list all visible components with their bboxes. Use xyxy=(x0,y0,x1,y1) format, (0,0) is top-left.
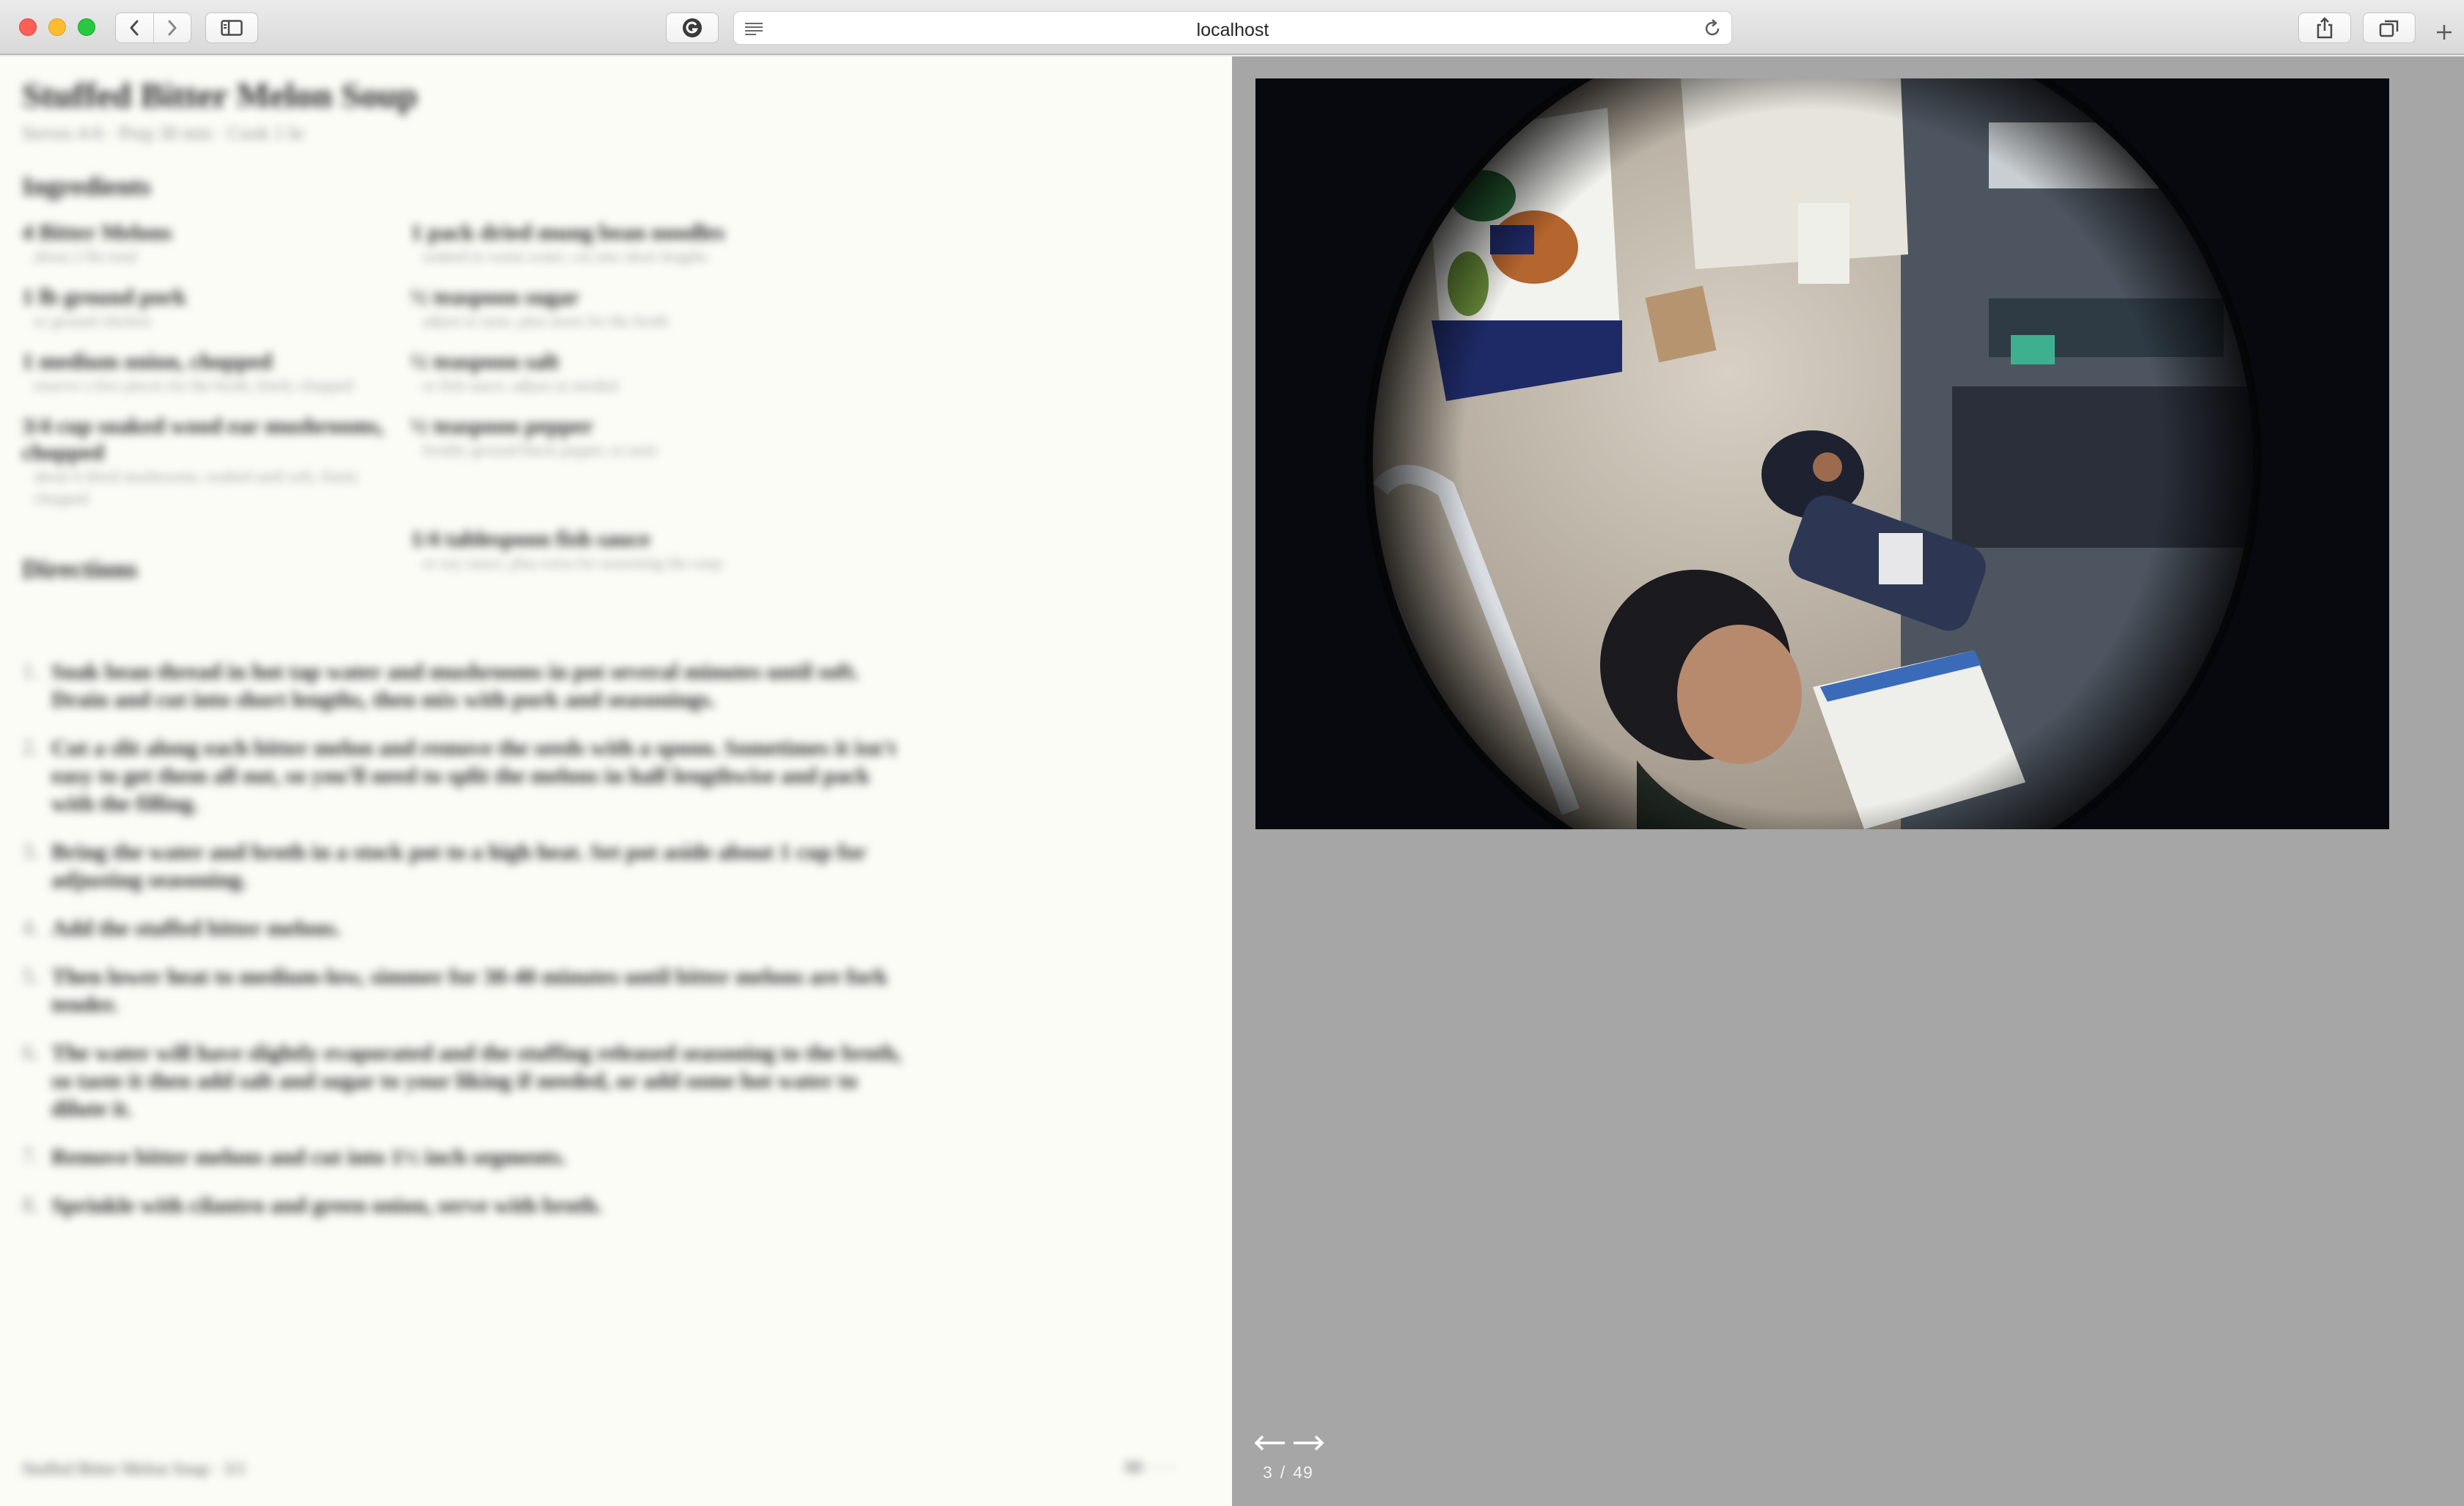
ingredient-item: 1 pack dried mung bean noodles soaked in … xyxy=(411,219,725,265)
minimize-window-button[interactable] xyxy=(48,18,66,36)
new-tab-button[interactable] xyxy=(2432,20,2457,45)
direction-step: 5. Then lower heat to medium-low, simmer … xyxy=(22,963,888,1017)
url-text[interactable]: localhost xyxy=(734,20,1731,41)
ingredients-list: 4 Bitter Melons about 2 lbs total 1 pack … xyxy=(22,219,777,574)
recipe-footer-page: 88 · · · xyxy=(1125,1458,1173,1477)
sidebar-toggle-button[interactable] xyxy=(205,12,258,43)
gallery-pane: 3 / 49 xyxy=(1232,56,2464,1506)
zoom-window-button[interactable] xyxy=(78,18,95,36)
direction-step: 7. Remove bitter melons and cut into 1½ i… xyxy=(22,1143,567,1169)
gallery-navigation: 3 / 49 xyxy=(1254,1432,1349,1491)
ingredient-item: 4 Bitter Melons about 2 lbs total xyxy=(22,219,172,265)
ingredient-item: ½ teaspoon sugar adjust to taste, plus mo… xyxy=(411,284,668,330)
ingredient-item: ½ teaspoon pepper freshly ground black pe… xyxy=(411,413,658,459)
grammarly-icon xyxy=(683,18,702,37)
previous-photo-button[interactable] xyxy=(1254,1432,1286,1454)
plus-icon xyxy=(2437,25,2452,40)
direction-step: 6. The water will have slightly evaporate… xyxy=(22,1039,902,1121)
chevron-right-icon xyxy=(168,20,177,36)
sidebar-icon xyxy=(221,20,243,36)
tab-overview-button[interactable] xyxy=(2363,12,2416,43)
forward-button[interactable] xyxy=(153,13,191,43)
address-bar[interactable]: localhost xyxy=(733,11,1732,45)
photo-counter-current: 3 xyxy=(1263,1463,1273,1482)
ingredient-item: ½ teaspoon salt or fish sauce, adjust as … xyxy=(411,348,618,394)
ingredient-item: 1/4 tablespoon fish sauce or soy sauce, p… xyxy=(411,526,722,572)
browser-toolbar: localhost xyxy=(0,0,2464,55)
directions-heading: Directions xyxy=(22,554,138,584)
photo-counter-separator: / xyxy=(1280,1463,1286,1482)
share-button[interactable] xyxy=(2298,12,2351,43)
photo-counter-total: 49 xyxy=(1293,1463,1313,1482)
ingredients-heading: Ingredients xyxy=(22,172,151,201)
reload-icon[interactable] xyxy=(1702,18,1723,39)
directions-list: 1. Soak bean thread in hot tap water and … xyxy=(22,658,909,1240)
back-button[interactable] xyxy=(116,13,153,43)
recipe-meta: Serves 4-6 · Prep 30 min · Cook 1 hr xyxy=(22,122,304,144)
back-forward-group xyxy=(115,12,191,43)
direction-step: 2. Cut a slit along each bitter melon and… xyxy=(22,734,896,816)
arrow-left-icon xyxy=(1254,1435,1285,1451)
grammarly-extension-button[interactable] xyxy=(666,12,719,43)
chevron-left-icon xyxy=(130,20,139,36)
recipe-title: Stuffed Bitter Melon Soup xyxy=(22,76,418,115)
arrow-right-icon xyxy=(1294,1435,1324,1451)
ingredient-item: 1 lb ground pork or ground chicken xyxy=(22,284,187,330)
direction-step: 8. Sprinkle with cilantro and green onion… xyxy=(22,1191,602,1218)
direction-step: 1. Soak bean thread in hot tap water and … xyxy=(22,658,859,712)
next-photo-button[interactable] xyxy=(1292,1432,1324,1454)
recipe-pane: Stuffed Bitter Melon Soup Serves 4-6 · P… xyxy=(0,56,1232,1506)
share-icon xyxy=(2317,17,2333,39)
direction-step: 4. Add the stuffed bitter melons. xyxy=(22,914,341,941)
fisheye-photo-illustration xyxy=(1255,78,2389,829)
recipe-footer-title: Stuffed Bitter Melon Soup · 3/1 xyxy=(22,1460,246,1479)
gallery-photo[interactable] xyxy=(1255,78,2389,829)
photo-counter: 3 / 49 xyxy=(1263,1463,1321,1483)
tab-overview-icon xyxy=(2379,20,2399,37)
ingredient-item: 3/4 cup soaked wood ear mushrooms, chopp… xyxy=(22,413,384,507)
close-window-button[interactable] xyxy=(19,18,37,36)
ingredient-item: 1 medium onion, chopped reserve a few pie… xyxy=(22,348,353,394)
direction-step: 3. Bring the water and broth in a stock p… xyxy=(22,838,866,892)
